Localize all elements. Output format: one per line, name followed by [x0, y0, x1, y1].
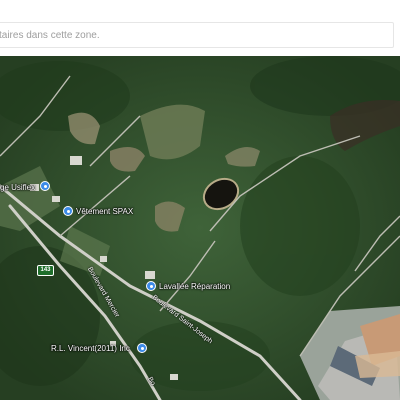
pin-icon[interactable]: [137, 343, 147, 353]
place-label-lavallee[interactable]: Lavallée Réparation: [159, 282, 230, 291]
place-label-usiflex[interactable]: ge Usiflex: [0, 183, 35, 192]
shopping-pin-icon[interactable]: [63, 206, 73, 216]
place-label-spax[interactable]: Vêtement SPAX: [76, 207, 133, 216]
satellite-map[interactable]: 143 ge Usiflex Vêtement SPAX Lavallée Ré…: [0, 56, 400, 400]
place-label-rl-vincent[interactable]: R.L. Vincent(2011) Inc: [51, 344, 130, 353]
shopping-pin-icon[interactable]: [40, 181, 50, 191]
top-bar: taires dans cette zone.: [0, 0, 400, 56]
pin-icon[interactable]: [146, 281, 156, 291]
route-shield: 143: [37, 265, 54, 276]
comment-search-input[interactable]: taires dans cette zone.: [0, 22, 394, 48]
